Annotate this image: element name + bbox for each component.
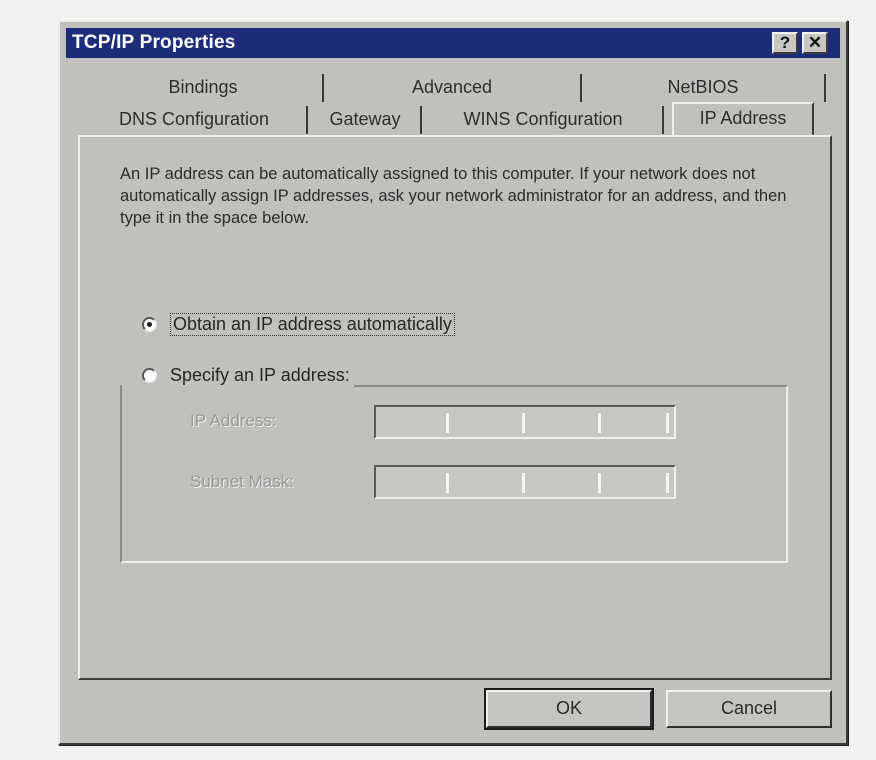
subnet-mask-input[interactable] <box>374 465 676 499</box>
tab-bindings[interactable]: Bindings <box>84 74 324 102</box>
tab-gateway[interactable]: Gateway <box>310 106 422 134</box>
close-icon[interactable]: ✕ <box>802 32 828 54</box>
description-text: An IP address can be automatically assig… <box>120 165 787 227</box>
radio-checked-icon[interactable] <box>142 316 157 332</box>
obtain-automatically-label[interactable]: Obtain an IP address automatically <box>170 312 455 336</box>
ip-octet-separator <box>666 413 669 433</box>
ip-octet-separator <box>446 413 449 433</box>
subnet-octet-separator <box>598 473 601 493</box>
obtain-automatically-option[interactable]: Obtain an IP address automatically <box>142 311 455 337</box>
ip-octet-separator <box>598 413 601 433</box>
tab-ip-address[interactable]: IP Address <box>672 102 814 136</box>
tab-netbios[interactable]: NetBIOS <box>582 74 826 102</box>
ok-button[interactable]: OK <box>484 688 654 730</box>
radio-unchecked-icon[interactable] <box>142 367 157 383</box>
specify-ip-label[interactable]: Specify an IP address: <box>170 365 350 386</box>
subnet-octet-separator <box>666 473 669 493</box>
window-title: TCP/IP Properties <box>72 32 236 53</box>
subnet-octet-separator <box>446 473 449 493</box>
tcpip-properties-dialog: TCP/IP Properties ? ✕ Bindings Advanced … <box>58 20 848 745</box>
tab-advanced[interactable]: Advanced <box>324 74 582 102</box>
title-bar[interactable]: TCP/IP Properties ? ✕ <box>66 28 840 58</box>
tab-dns-configuration[interactable]: DNS Configuration <box>82 106 308 134</box>
ip-address-panel: An IP address can be automatically assig… <box>78 135 832 680</box>
help-icon[interactable]: ? <box>772 32 798 54</box>
cancel-button[interactable]: Cancel <box>666 690 832 728</box>
tab-wins-configuration[interactable]: WINS Configuration <box>424 106 664 134</box>
subnet-mask-field-label: Subnet Mask: <box>190 472 294 491</box>
ip-octet-separator <box>522 413 525 433</box>
ip-address-input[interactable] <box>374 405 676 439</box>
subnet-octet-separator <box>522 473 525 493</box>
ip-address-field-label: IP Address: <box>190 411 277 430</box>
specify-ip-option[interactable]: Specify an IP address: <box>122 363 354 387</box>
